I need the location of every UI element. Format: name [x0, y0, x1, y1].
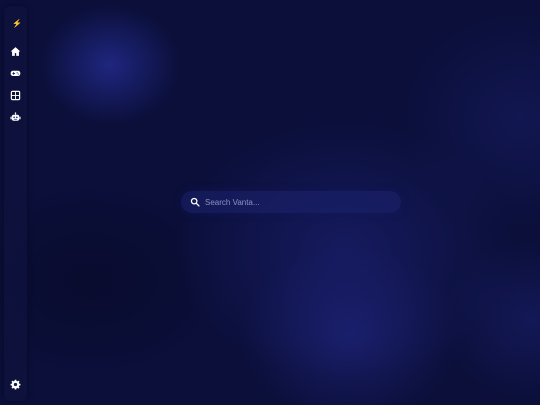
sidebar: ⚡: [4, 6, 27, 401]
gamepad-icon: [10, 70, 21, 77]
sidebar-item-apps[interactable]: [7, 87, 24, 104]
grid-icon: [10, 90, 21, 101]
search-icon: [190, 197, 200, 207]
sidebar-item-ai[interactable]: [7, 109, 24, 126]
home-icon: [10, 47, 21, 56]
sidebar-item-settings[interactable]: [7, 376, 24, 393]
search-input[interactable]: [205, 193, 401, 211]
gear-icon: [10, 379, 21, 390]
sidebar-item-games[interactable]: [7, 65, 24, 82]
search-bar[interactable]: [181, 191, 401, 213]
robot-icon: [10, 112, 21, 121]
sidebar-item-home[interactable]: [7, 43, 24, 60]
logo-icon: ⚡: [12, 19, 22, 28]
